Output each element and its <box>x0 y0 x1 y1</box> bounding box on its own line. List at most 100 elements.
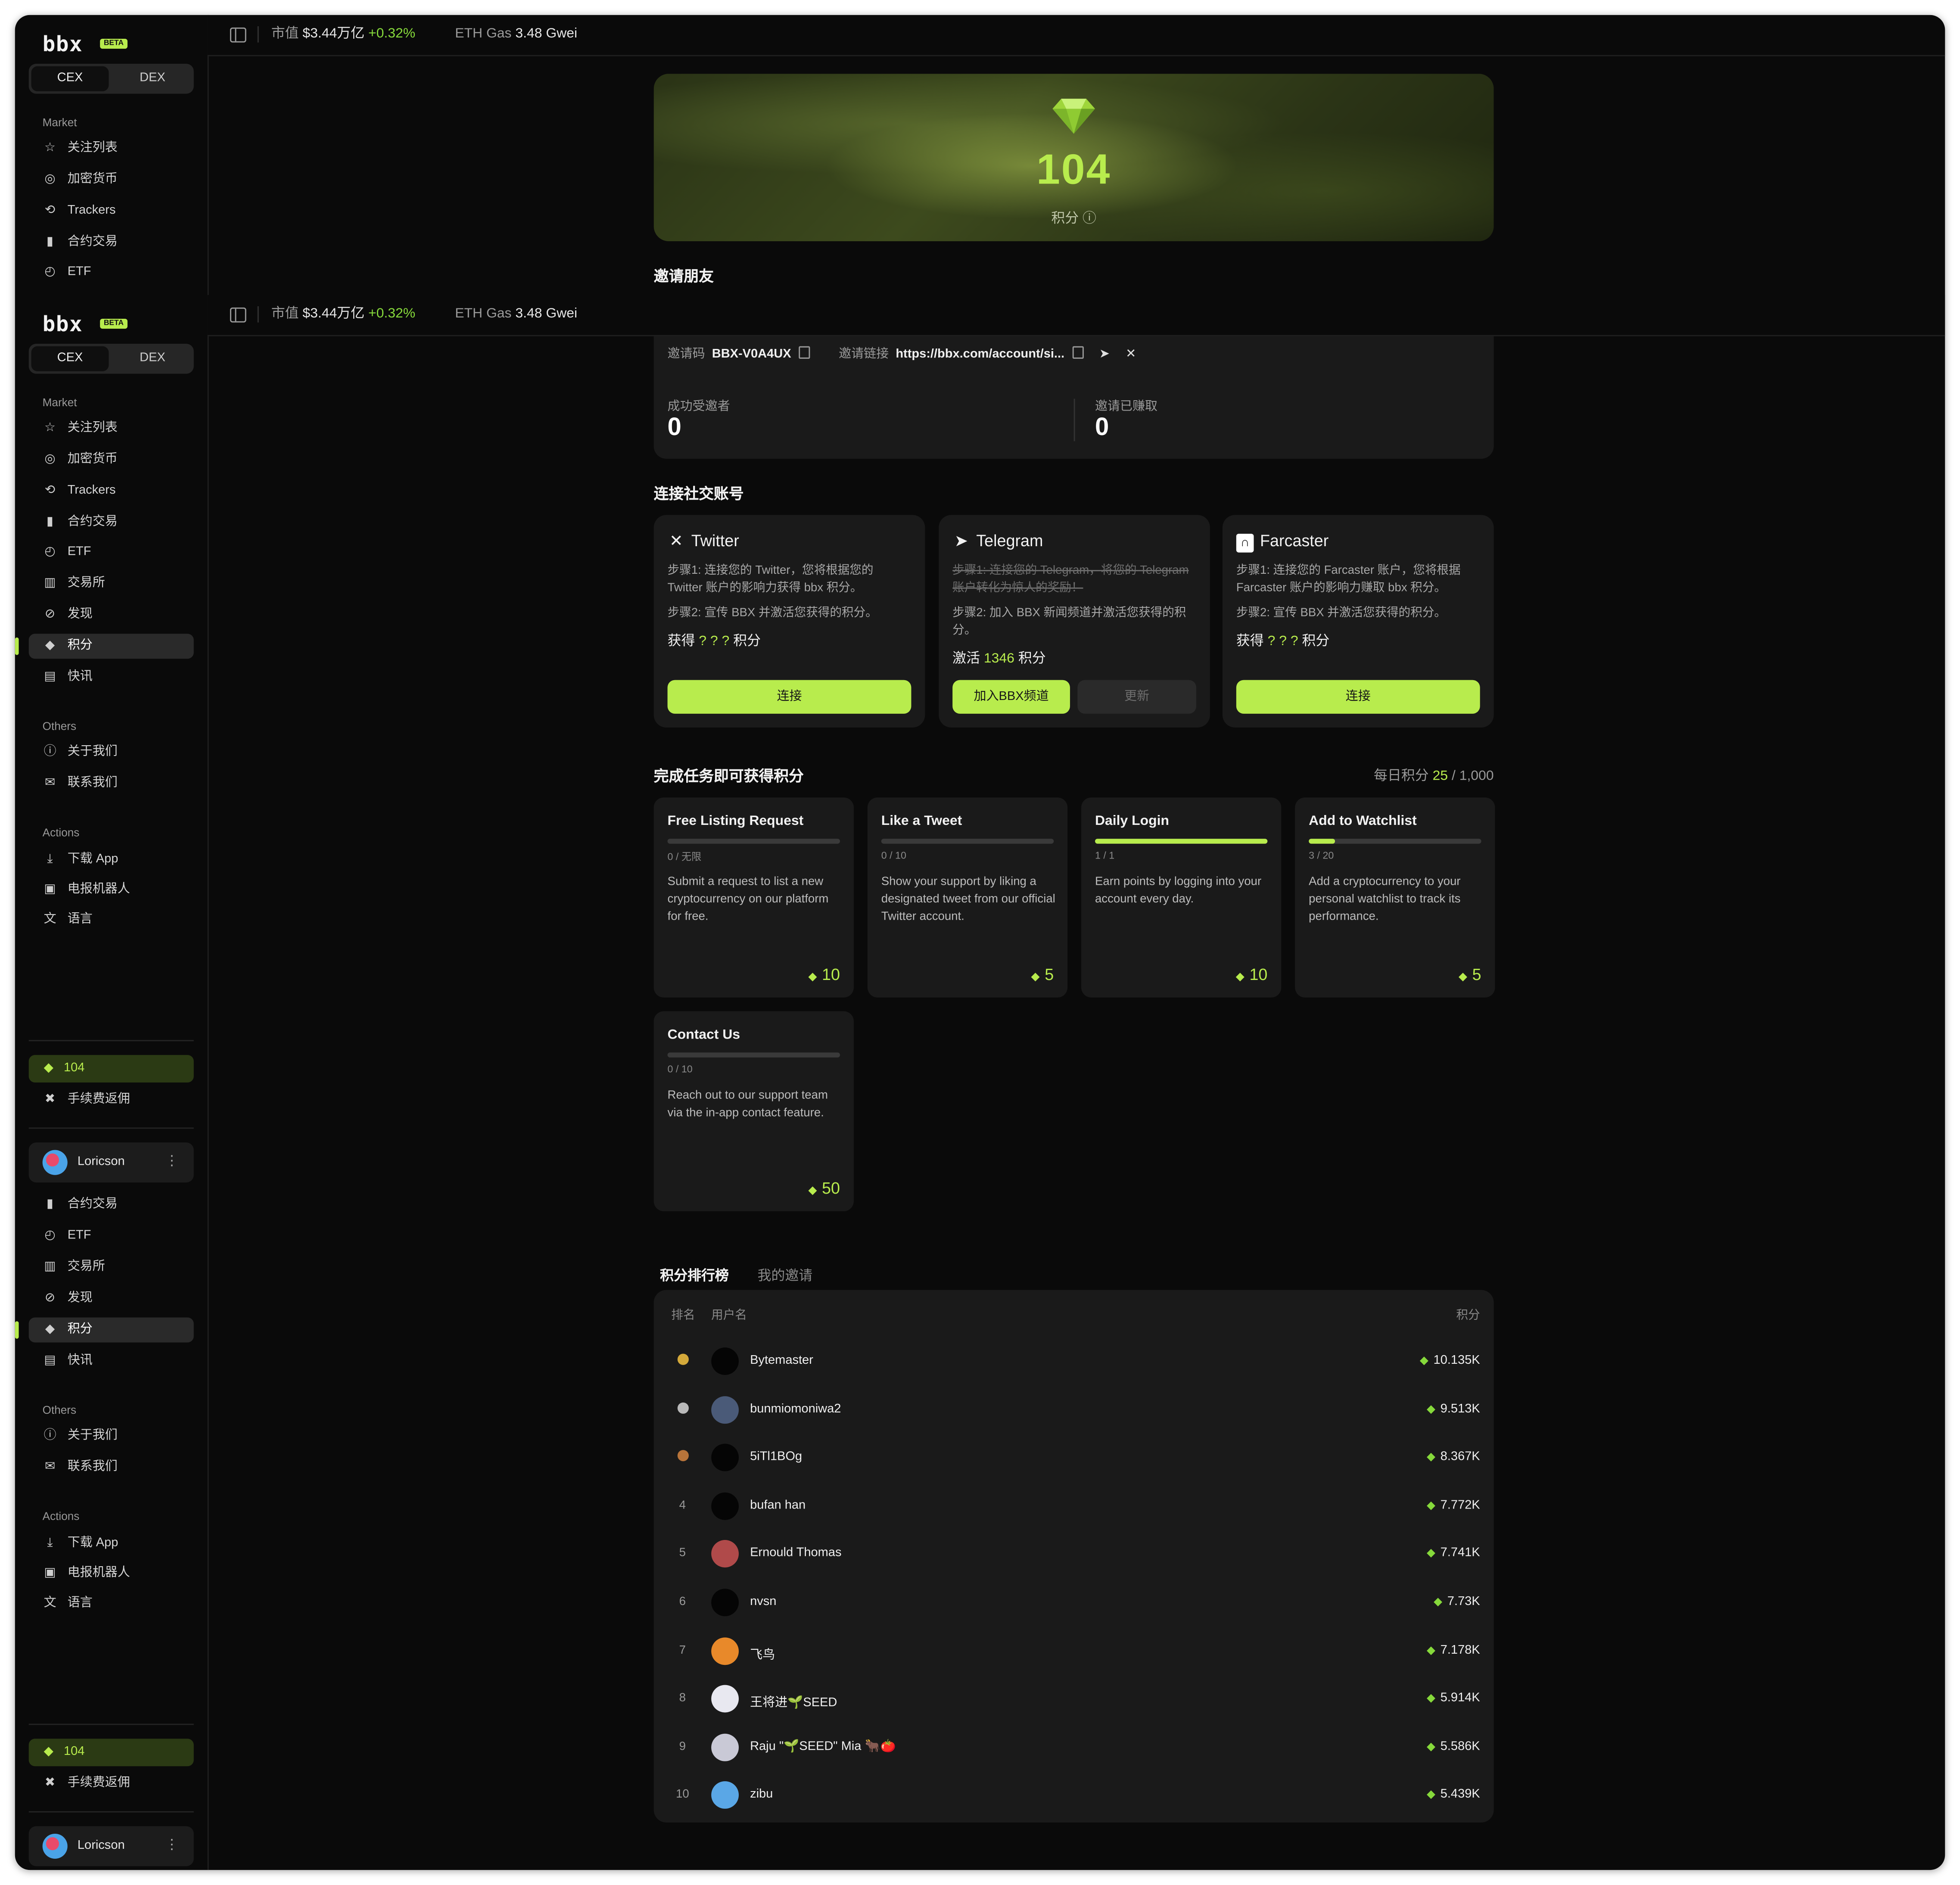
user-card[interactable]: Loricson ⋮ <box>28 1826 194 1866</box>
sidebar-item-language[interactable]: 文语言 <box>29 1591 194 1616</box>
leaderboard-table: 排名 用户名 积分 Bytemaster ◆ 10.135K bunmiomoniwa… <box>653 1290 1494 1823</box>
tracker-icon: ⟲ <box>44 203 56 218</box>
more-icon[interactable]: ⋮ <box>165 1154 179 1169</box>
dex-option-main[interactable]: DEX <box>114 346 191 371</box>
sidebar-item-exchange[interactable]: ▥ 交易所 <box>29 571 194 596</box>
download-icon: ⤓ <box>47 1536 53 1550</box>
bar-chart-icon: ▮ <box>47 235 54 249</box>
task-progress: 0 / 无限 <box>667 851 702 863</box>
row-rank <box>671 1450 694 1465</box>
row-points: ◆ 7.741K <box>1427 1546 1480 1561</box>
tab-leaderboard[interactable]: 积分排行榜 <box>660 1265 729 1285</box>
sidebar-item-telegram-bot[interactable]: ▣ 电报机器人 <box>29 877 194 902</box>
sidebar-item-futures[interactable]: ▮ 合约交易 <box>29 230 194 255</box>
table-row[interactable]: 5 Ernould Thomas ◆ 7.741K <box>654 1530 1494 1578</box>
x-icon: ✕ <box>669 531 683 550</box>
row-points: ◆ 7.73K <box>1434 1595 1480 1609</box>
tab-my-invites[interactable]: 我的邀请 <box>757 1265 812 1285</box>
task-progress: 3 / 20 <box>1309 850 1334 862</box>
copy-icon[interactable] <box>1072 346 1083 359</box>
table-row[interactable]: 8 王将进🌱SEED ◆ 5.914K <box>654 1675 1494 1723</box>
sidebar-item-news[interactable]: ▤ 快讯 <box>29 665 194 690</box>
gem-icon: ◆ <box>45 1322 55 1337</box>
help-icon[interactable]: ⓘ <box>1083 211 1096 226</box>
table-row[interactable]: 5iTl1BOg ◆ 8.367K <box>654 1434 1494 1481</box>
actions-section-label: Actions <box>42 1510 80 1523</box>
sidebar-item-etf[interactable]: ◴ ETF <box>29 540 194 565</box>
table-row[interactable]: 7 飞鸟 ◆ 7.178K <box>654 1627 1494 1674</box>
avatar <box>711 1685 739 1713</box>
cex-option[interactable]: CEX <box>31 66 109 91</box>
task-desc: Show your support by liking a designated… <box>881 875 1055 924</box>
dex-option[interactable]: DEX <box>114 66 191 91</box>
farcaster-connect-button[interactable]: 连接 <box>1236 680 1480 714</box>
sidebar-item-download[interactable]: ⤓ 下载 App <box>29 1531 194 1556</box>
language-icon: 文 <box>44 912 56 927</box>
sidebar-item-discover[interactable]: ⊘ 发现 <box>29 1286 194 1311</box>
sidebar-item-futures[interactable]: ▮ 合约交易 <box>29 1192 194 1217</box>
eth-gas: ETH Gas 3.48 Gwei <box>455 26 578 41</box>
bbx-logo[interactable]: bbx <box>43 32 83 57</box>
sidebar-item-discover[interactable]: ⊘ 发现 <box>29 603 194 628</box>
trend-icon: ◴ <box>44 265 56 279</box>
sidebar-item-crypto[interactable]: ◎ 加密货币 <box>29 448 194 473</box>
join-channel-button[interactable]: 加入BBX频道 <box>952 680 1070 714</box>
sidebar-item-about[interactable]: ⓘ 关于我们 <box>29 1424 194 1449</box>
sidebar-item-etf[interactable]: ◴ ETF <box>29 260 194 285</box>
task-card[interactable]: Add to Watchlist 3 / 20 Add a cryptocurr… <box>1295 797 1495 998</box>
user-card[interactable]: Loricson ⋮ <box>28 1142 194 1183</box>
sidebar-item-trackers[interactable]: ⟲ Trackers <box>29 479 194 504</box>
sidebar-item-rebate[interactable]: ✖ 手续费返佣 <box>29 1088 194 1113</box>
sidebar-item-points[interactable]: ◆ 积分 <box>15 1317 194 1343</box>
sidebar-item-exchange[interactable]: ▥ 交易所 <box>29 1255 194 1280</box>
sidebar-item-telegram-bot[interactable]: ▣ 电报机器人 <box>29 1561 194 1586</box>
sidebar-item-language[interactable]: 文语言 <box>29 908 194 933</box>
table-row[interactable]: 6 nvsn ◆ 7.73K <box>654 1579 1494 1626</box>
table-row[interactable]: bunmiomoniwa2 ◆ 9.513K <box>654 1386 1494 1433</box>
telegram-earn: 激活 1346 积分 <box>952 651 1046 666</box>
bbx-logo-main[interactable]: bbx <box>43 312 83 337</box>
invitees-label: 成功受邀者 <box>667 400 730 414</box>
row-points: ◆ 5.586K <box>1427 1739 1480 1754</box>
sidebar-item-points[interactable]: ◆ 积分 <box>15 634 194 659</box>
top-bar-duplicate: 市值 $3.44万亿 +0.32% ETH Gas 3.48 Gwei <box>207 295 1945 336</box>
sidebar-item-trackers[interactable]: ⟲ Trackers <box>29 199 194 224</box>
cex-option-main[interactable]: CEX <box>31 346 109 371</box>
task-card[interactable]: Contact Us 0 / 10 Reach out to our suppo… <box>653 1011 854 1211</box>
sidebar-item-news[interactable]: ▤ 快讯 <box>29 1349 194 1374</box>
task-card[interactable]: Like a Tweet 0 / 10 Show your support by… <box>867 797 1068 998</box>
sidebar-item-download[interactable]: ⤓ 下载 App <box>29 847 194 872</box>
sidebar-item-watchlist[interactable]: ☆ 关注列表 <box>29 416 194 441</box>
sidebar-item-contact[interactable]: ✉ 联系我们 <box>29 771 194 796</box>
sidebar-item-watchlist[interactable]: ☆ 关注列表 <box>29 136 194 161</box>
table-row[interactable]: 9 Raju "🌱SEED" Mia 🐂🍅 ◆ 5.586K <box>654 1723 1494 1771</box>
sidebar-item-about[interactable]: ⓘ 关于我们 <box>29 740 194 765</box>
tracker-icon: ⟲ <box>44 483 56 498</box>
telegram-share-icon[interactable]: ➤ <box>1099 348 1110 361</box>
points-pill[interactable]: ◆ 104 <box>28 1739 194 1767</box>
sidebar-item-crypto[interactable]: ◎ 加密货币 <box>29 168 194 193</box>
sidebar-toggle-icon[interactable] <box>230 27 246 43</box>
refresh-button[interactable]: 更新 <box>1077 680 1197 714</box>
table-row[interactable]: Bytemaster ◆ 10.135K <box>654 1338 1494 1385</box>
sidebar-item-contact[interactable]: ✉ 联系我们 <box>29 1455 194 1480</box>
gem-icon: ◆ <box>1427 1739 1436 1752</box>
task-reward: ◆ 5 <box>1031 965 1054 984</box>
task-card[interactable]: Daily Login 1 / 1 Earn points by logging… <box>1081 797 1282 998</box>
task-card[interactable]: Free Listing Request 0 / 无限 Submit a req… <box>653 797 854 998</box>
sidebar-item-rebate[interactable]: ✖ 手续费返佣 <box>29 1771 194 1796</box>
table-row[interactable]: 10 zibu ◆ 5.439K <box>654 1772 1494 1819</box>
invite-link: 邀请链接 https://bbx.com/account/si... ➤ ✕ <box>839 346 1136 363</box>
copy-icon[interactable] <box>799 346 810 359</box>
sidebar-toggle-icon[interactable] <box>230 307 246 323</box>
table-row[interactable]: 4 bufan han ◆ 7.772K <box>654 1482 1494 1530</box>
twitter-earn: 获得 ? ? ? 积分 <box>667 634 761 649</box>
row-rank: 10 <box>676 1788 689 1802</box>
x-share-icon[interactable]: ✕ <box>1126 348 1136 361</box>
more-icon[interactable]: ⋮ <box>165 1838 179 1853</box>
sidebar-item-etf[interactable]: ◴ ETF <box>29 1224 194 1249</box>
avatar <box>42 1150 68 1175</box>
sidebar-item-futures[interactable]: ▮ 合约交易 <box>29 510 194 535</box>
points-pill[interactable]: ◆ 104 <box>28 1055 194 1082</box>
twitter-connect-button[interactable]: 连接 <box>667 680 912 714</box>
